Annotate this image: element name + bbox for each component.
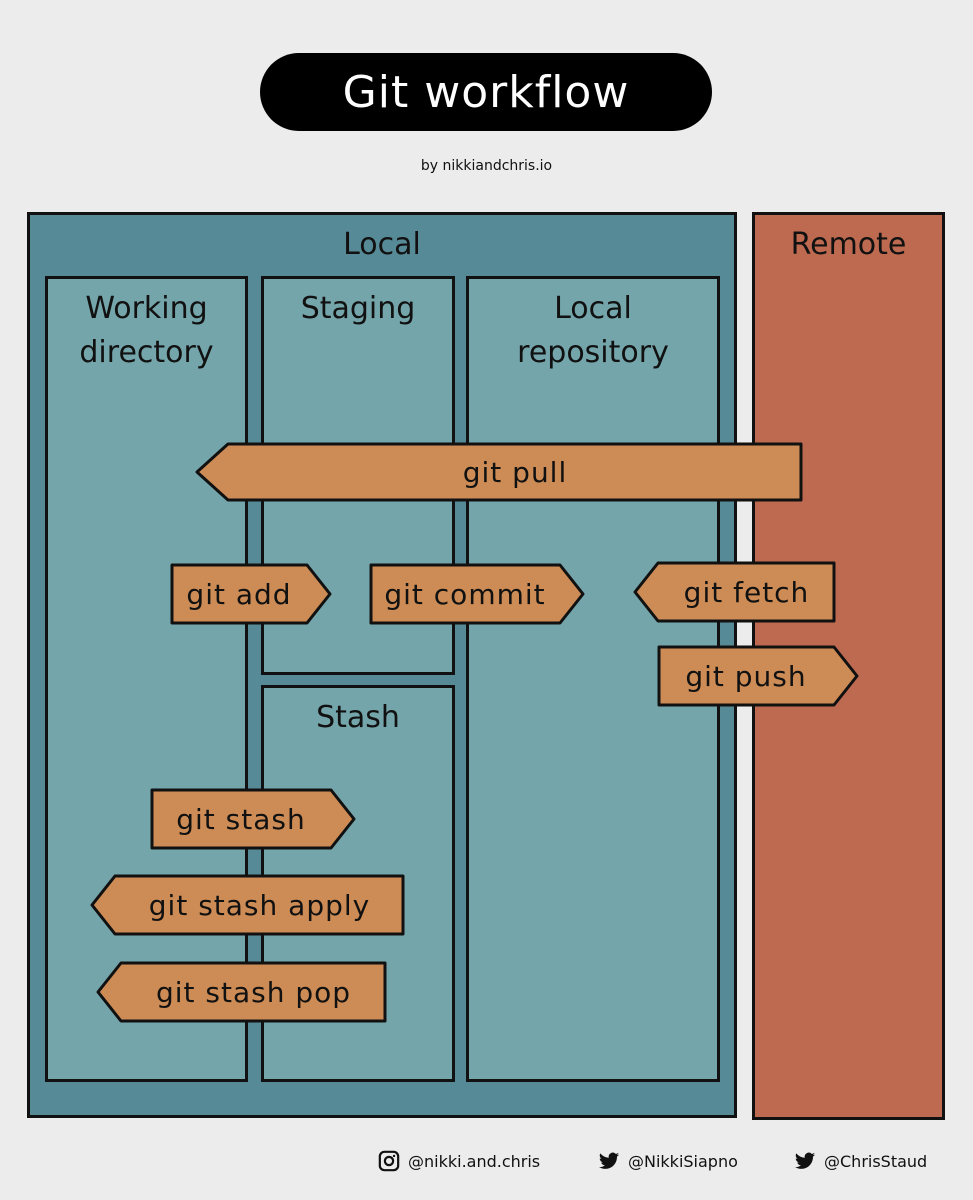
remote-label: Remote: [790, 227, 907, 262]
twitter-icon: [794, 1152, 816, 1169]
local-label: Local: [343, 227, 421, 262]
footer-instagram[interactable]: @nikki.and.chris: [378, 1150, 540, 1172]
git-fetch-arrow: git fetch: [633, 561, 836, 623]
local-repository-label-line2: repository: [517, 335, 669, 370]
git-stash-pop-label: git stash pop: [155, 975, 352, 1009]
byline: by nikkiandchris.io: [420, 158, 553, 174]
title-banner: Git workflow: [260, 53, 712, 131]
working-directory-label-line2: directory: [79, 335, 214, 370]
git-stash-arrow: git stash: [150, 788, 356, 850]
twitter-icon: [598, 1152, 620, 1169]
local-repository-label-line1: Local: [554, 291, 632, 326]
twitter-handle-chris: @ChrisStaud: [824, 1151, 928, 1171]
footer-twitter-chris[interactable]: @ChrisStaud: [794, 1150, 927, 1172]
staging-label: Staging: [300, 291, 416, 326]
git-push-label: git push: [685, 659, 807, 693]
git-pull-label: git pull: [462, 455, 568, 489]
git-add-arrow: git add: [170, 563, 332, 625]
git-stash-pop-arrow: git stash pop: [96, 961, 387, 1023]
git-fetch-label: git fetch: [683, 575, 810, 609]
twitter-handle-nikki: @NikkiSiapno: [628, 1151, 738, 1171]
stash-label: Stash: [316, 700, 400, 735]
working-directory-label: Working directory: [48, 287, 245, 375]
instagram-handle: @nikki.and.chris: [408, 1151, 541, 1171]
git-commit-label: git commit: [384, 577, 546, 611]
git-stash-label: git stash: [176, 802, 306, 836]
footer-twitter-nikki[interactable]: @NikkiSiapno: [598, 1150, 738, 1172]
page-title: Git workflow: [342, 66, 630, 118]
git-stash-apply-label: git stash apply: [148, 888, 371, 922]
git-pull-arrow: git pull: [195, 442, 803, 502]
git-push-arrow: git push: [657, 645, 859, 707]
local-repository-label: Local repository: [469, 287, 717, 375]
git-stash-apply-arrow: git stash apply: [90, 874, 405, 936]
working-directory-label-line1: Working: [85, 291, 208, 326]
instagram-icon: [378, 1150, 400, 1172]
git-add-label: git add: [186, 577, 292, 611]
git-commit-arrow: git commit: [369, 563, 585, 625]
